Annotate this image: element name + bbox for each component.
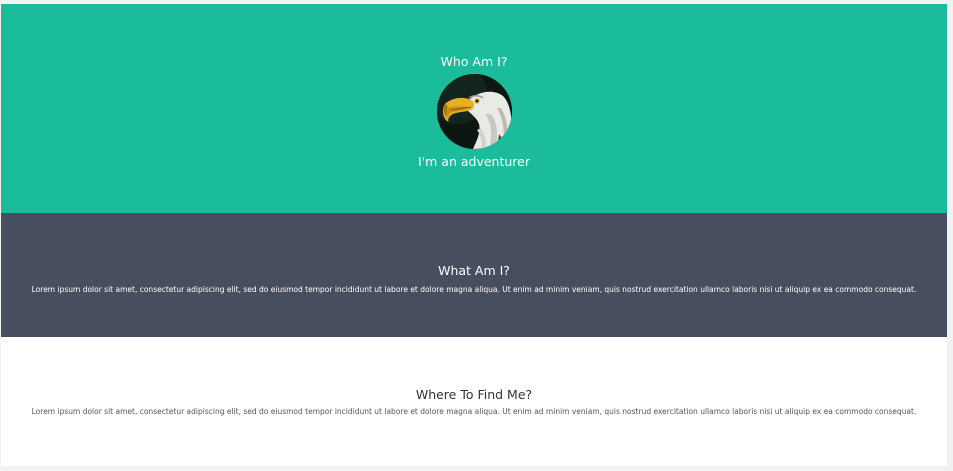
eagle-avatar-image xyxy=(437,74,512,149)
what-am-i-section: What Am I? Lorem ipsum dolor sit amet, c… xyxy=(1,213,947,337)
where-to-find-me-heading: Where To Find Me? xyxy=(415,387,533,402)
what-am-i-paragraph: Lorem ipsum dolor sit amet, consectetur … xyxy=(31,285,917,294)
adventurer-subtitle: I'm an adventurer xyxy=(418,154,530,169)
window-edge xyxy=(947,0,953,471)
who-am-i-heading: Who Am I? xyxy=(440,54,508,69)
eagle-icon xyxy=(437,74,512,149)
who-am-i-section: Who Am I? I'm an adventurer xyxy=(1,4,947,213)
where-to-find-me-paragraph: Lorem ipsum dolor sit amet, consectetur … xyxy=(31,407,917,416)
page: Who Am I? I'm an adventurer What Am I? L… xyxy=(1,4,947,466)
what-am-i-heading: What Am I? xyxy=(438,263,510,278)
where-to-find-me-section: Where To Find Me? Lorem ipsum dolor sit … xyxy=(1,337,947,466)
